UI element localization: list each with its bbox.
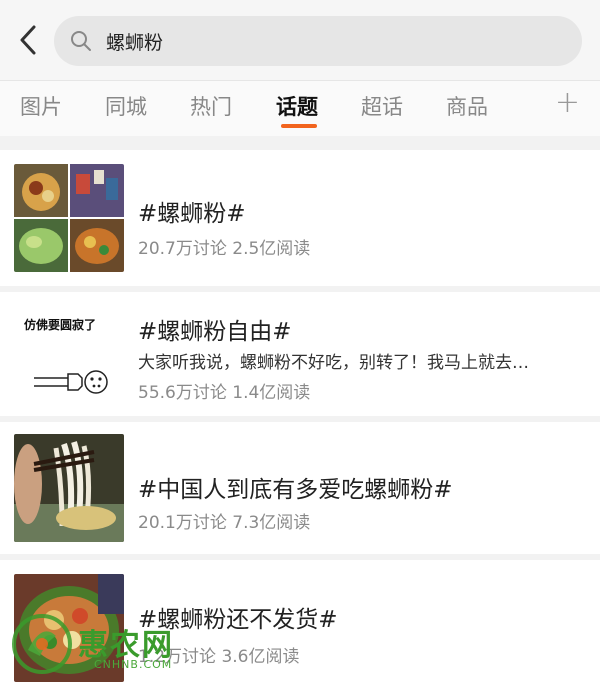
topic-thumbnail: 仿佛要圆寂了 [14, 302, 124, 410]
tab-local[interactable]: 同城 [91, 91, 161, 121]
search-query: 螺蛳粉 [106, 31, 164, 54]
watermark-logo: 惠农网 CNHNB.COM [10, 612, 190, 682]
thumbnail-caption: 仿佛要圆寂了 [24, 318, 97, 332]
tab-topics[interactable]: 话题 [262, 91, 332, 121]
topic-stats: 20.1万讨论 7.3亿阅读 [138, 513, 311, 533]
add-tab-button[interactable]: + [555, 85, 580, 120]
tab-products[interactable]: 商品 [432, 91, 502, 121]
tab-super-topics[interactable]: 超话 [347, 91, 417, 121]
search-input[interactable]: 螺蛳粉 [54, 16, 582, 66]
topic-title: #螺蛳粉# [138, 201, 246, 227]
tab-hot[interactable]: 热门 [176, 91, 246, 121]
topic-item[interactable]: #中国人到底有多爱吃螺蛳粉# 20.1万讨论 7.3亿阅读 [0, 422, 600, 554]
topic-title: #中国人到底有多爱吃螺蛳粉# [138, 477, 453, 503]
chevron-left-icon [20, 25, 36, 55]
watermark-domain: CNHNB.COM [94, 658, 173, 671]
topic-item[interactable]: 仿佛要圆寂了 #螺蛳粉自由# 大家听我说，螺蛳粉不好吃，别转了！我马上就去… 5… [0, 292, 600, 416]
topic-title: #螺蛳粉自由# [138, 319, 292, 345]
top-bar: 螺蛳粉 [0, 0, 600, 80]
topic-description: 大家听我说，螺蛳粉不好吃，别转了！我马上就去… [138, 353, 529, 373]
search-icon [68, 28, 94, 54]
active-tab-indicator [281, 124, 317, 128]
topic-stats: 20.7万讨论 2.5亿阅读 [138, 239, 311, 259]
topic-stats: 55.6万讨论 1.4亿阅读 [138, 383, 311, 403]
topic-thumbnail [14, 434, 124, 542]
topic-thumbnail [14, 164, 124, 272]
tab-images[interactable]: 图片 [6, 91, 76, 121]
topic-item[interactable]: #螺蛳粉# 20.7万讨论 2.5亿阅读 [0, 150, 600, 286]
back-button[interactable] [8, 20, 48, 60]
